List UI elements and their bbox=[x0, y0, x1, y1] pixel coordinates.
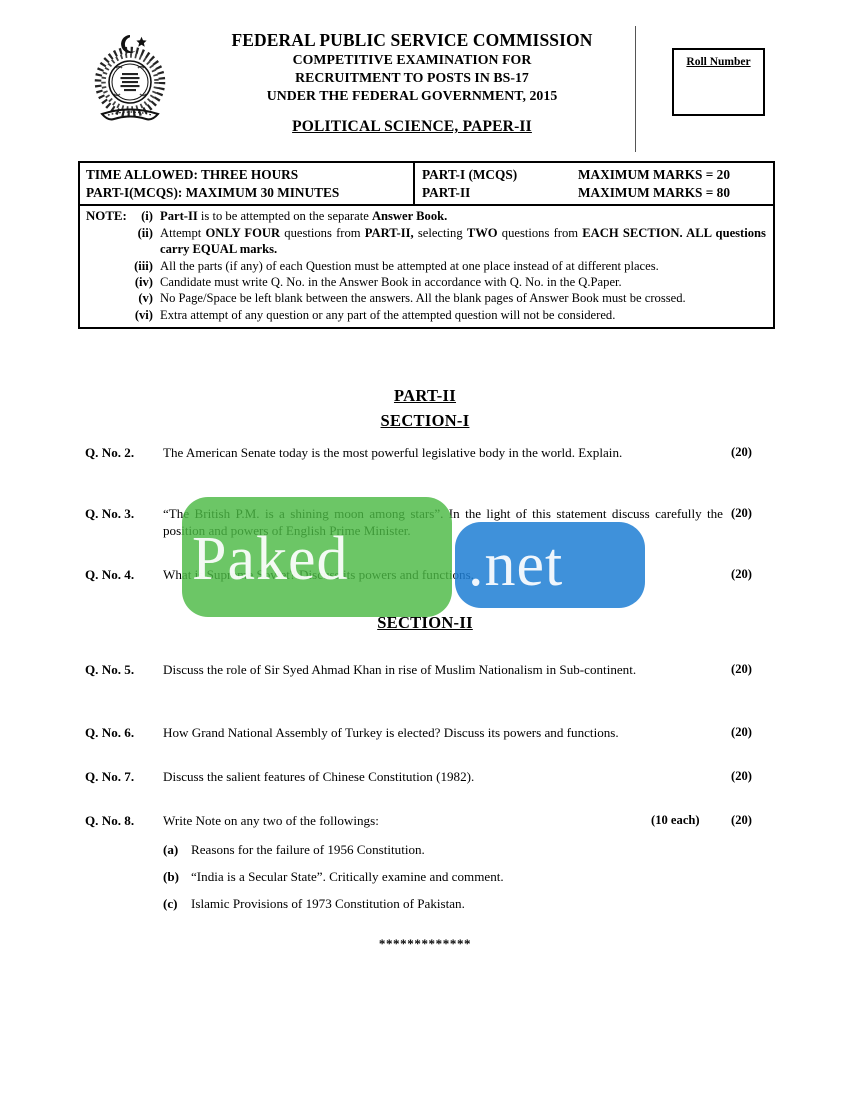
note-text: Extra attempt of any question or any par… bbox=[160, 307, 616, 322]
question-8-subitem-b: (b) “India is a Secular State”. Critical… bbox=[163, 868, 763, 885]
question-5: Q. No. 5. Discuss the role of Sir Syed A… bbox=[85, 661, 775, 678]
subitem-a-label: (a) bbox=[163, 842, 179, 857]
part2-marks-row: PART-II MAXIMUM MARKS = 80 bbox=[422, 184, 767, 202]
part2-marks: MAXIMUM MARKS = 80 bbox=[578, 184, 730, 200]
subitem-b-text: “India is a Secular State”. Critically e… bbox=[191, 869, 504, 884]
info-marks-cell: PART-I (MCQS) MAXIMUM MARKS = 20 PART-II… bbox=[415, 163, 773, 204]
note-item: (ii) Attempt ONLY FOUR questions from PAR… bbox=[86, 225, 766, 258]
page-header: FEDERAL PUBLIC SERVICE COMMISSION COMPET… bbox=[78, 26, 775, 152]
time-allowed: TIME ALLOWED: THREE HOURS bbox=[86, 167, 299, 182]
question-6-text: How Grand National Assembly of Turkey is… bbox=[163, 725, 619, 740]
question-3: Q. No. 3. “The British P.M. is a shining… bbox=[85, 505, 775, 540]
question-5-text: Discuss the role of Sir Syed Ahmad Khan … bbox=[163, 662, 637, 677]
note-item: (iii) All the parts (if any) of each Ques… bbox=[86, 258, 766, 274]
part1-marks-row: PART-I (MCQS) MAXIMUM MARKS = 20 bbox=[422, 166, 767, 184]
paper-title: POLITICAL SCIENCE, PAPER-II bbox=[292, 118, 532, 136]
question-6: Q. No. 6. How Grand National Assembly of… bbox=[85, 724, 775, 741]
note-numeral: (i) bbox=[141, 209, 153, 224]
note-numeral: (vi) bbox=[134, 307, 153, 322]
subitem-c-label: (c) bbox=[163, 896, 178, 911]
note-numeral: (iii) bbox=[134, 258, 153, 273]
note-item: (v) No Page/Space be left blank between t… bbox=[86, 290, 766, 306]
note-text: All the parts (if any) of each Question … bbox=[160, 258, 659, 273]
exam-line-3: RECRUITMENT TO POSTS IN BS-17 bbox=[295, 70, 529, 86]
question-7-number: Q. No. 7. bbox=[85, 769, 135, 784]
question-4: Q. No. 4. What is Supreme Soviet? Discus… bbox=[85, 566, 775, 583]
question-8-number: Q. No. 8. bbox=[85, 813, 135, 828]
part1-time: PART-I(MCQS): MAXIMUM 30 MINUTES bbox=[86, 184, 340, 200]
note-item: (iv) Candidate must write Q. No. in the A… bbox=[86, 274, 766, 290]
note-item: (vi) Extra attempt of any question or any… bbox=[86, 307, 766, 323]
question-5-marks: (20) bbox=[731, 662, 752, 676]
organization-title: FEDERAL PUBLIC SERVICE COMMISSION bbox=[231, 30, 593, 50]
exam-info-table: TIME ALLOWED: THREE HOURS PART-I(MCQS): … bbox=[78, 161, 775, 330]
part2-label: PART-II bbox=[422, 184, 471, 200]
question-4-text: What is Supreme Soviet? Discuss its powe… bbox=[163, 567, 474, 582]
header-vertical-divider bbox=[635, 26, 636, 152]
note-numeral: (ii) bbox=[137, 225, 153, 240]
question-8-subitem-a: (a) Reasons for the failure of 1956 Cons… bbox=[163, 841, 763, 858]
question-2-marks: (20) bbox=[731, 445, 752, 459]
part1-label: PART-I (MCQS) bbox=[422, 167, 518, 182]
section-2-heading: SECTION-II bbox=[377, 613, 473, 632]
question-3-number: Q. No. 3. bbox=[85, 506, 135, 521]
question-8-marks: (20) bbox=[731, 813, 752, 827]
header-title-block: FEDERAL PUBLIC SERVICE COMMISSION COMPET… bbox=[190, 30, 634, 136]
subitem-c-text: Islamic Provisions of 1973 Constitution … bbox=[191, 896, 465, 911]
question-4-number: Q. No. 4. bbox=[85, 567, 135, 582]
question-7-marks: (20) bbox=[731, 769, 752, 783]
note-numeral: (v) bbox=[138, 291, 153, 306]
question-6-number: Q. No. 6. bbox=[85, 725, 135, 740]
section-1-heading: SECTION-I bbox=[380, 411, 470, 430]
question-3-marks: (20) bbox=[731, 506, 752, 520]
note-text: No Page/Space be left blank between the … bbox=[160, 291, 686, 306]
note-text: Attempt ONLY FOUR questions from PART-II… bbox=[160, 225, 766, 257]
question-7-text: Discuss the salient features of Chinese … bbox=[163, 769, 475, 784]
roll-number-label: Roll Number bbox=[686, 56, 751, 68]
question-8-subitem-c: (c) Islamic Provisions of 1973 Constitut… bbox=[163, 895, 763, 912]
note-block: NOTE: (i) Part-II is to be attempted on th… bbox=[80, 206, 773, 327]
question-2-text: The American Senate today is the most po… bbox=[163, 445, 623, 460]
note-label-spacer bbox=[86, 274, 130, 290]
question-8-each-marks: (10 each) bbox=[651, 813, 700, 827]
question-2: Q. No. 2. The American Senate today is t… bbox=[85, 444, 775, 461]
question-2-number: Q. No. 2. bbox=[85, 445, 135, 460]
question-4-marks: (20) bbox=[731, 567, 752, 581]
part1-marks: MAXIMUM MARKS = 20 bbox=[578, 167, 730, 182]
note-label: NOTE: bbox=[86, 209, 127, 224]
info-row-times-marks: TIME ALLOWED: THREE HOURS PART-I(MCQS): … bbox=[80, 163, 773, 207]
subitem-b-label: (b) bbox=[163, 869, 180, 884]
question-8: Q. No. 8. Write Note on any two of the f… bbox=[85, 812, 775, 829]
question-5-number: Q. No. 5. bbox=[85, 662, 135, 677]
subitem-a-text: Reasons for the failure of 1956 Constitu… bbox=[191, 842, 425, 857]
note-numeral: (iv) bbox=[134, 274, 153, 289]
question-7: Q. No. 7. Discuss the salient features o… bbox=[85, 768, 775, 785]
question-8-text: Write Note on any two of the followings: bbox=[163, 813, 379, 828]
exam-paper-page: FEDERAL PUBLIC SERVICE COMMISSION COMPET… bbox=[0, 0, 850, 1100]
part-2-heading: PART-II bbox=[393, 386, 457, 405]
note-label-spacer bbox=[86, 258, 130, 274]
question-6-marks: (20) bbox=[731, 725, 752, 739]
note-label-spacer bbox=[86, 225, 130, 258]
footer-asterisks: ************* bbox=[378, 936, 472, 951]
info-time-cell: TIME ALLOWED: THREE HOURS PART-I(MCQS): … bbox=[80, 163, 415, 205]
exam-line-4: UNDER THE FEDERAL GOVERNMENT, 2015 bbox=[266, 88, 558, 104]
note-item: NOTE: (i) Part-II is to be attempted on th… bbox=[86, 208, 766, 225]
exam-line-2: COMPETITIVE EXAMINATION FOR bbox=[292, 52, 532, 68]
note-label-spacer bbox=[86, 290, 130, 306]
fpsc-emblem-icon bbox=[94, 35, 166, 121]
note-label-spacer bbox=[86, 307, 130, 323]
note-text: Part-II is to be attempted on the separa… bbox=[160, 209, 448, 224]
emblem-container bbox=[78, 28, 190, 140]
watermark-text-right: .net bbox=[468, 531, 564, 599]
roll-number-box[interactable]: Roll Number bbox=[672, 48, 765, 116]
question-3-text: “The British P.M. is a shining moon amon… bbox=[163, 506, 723, 539]
note-text: Candidate must write Q. No. in the Answe… bbox=[160, 274, 622, 289]
